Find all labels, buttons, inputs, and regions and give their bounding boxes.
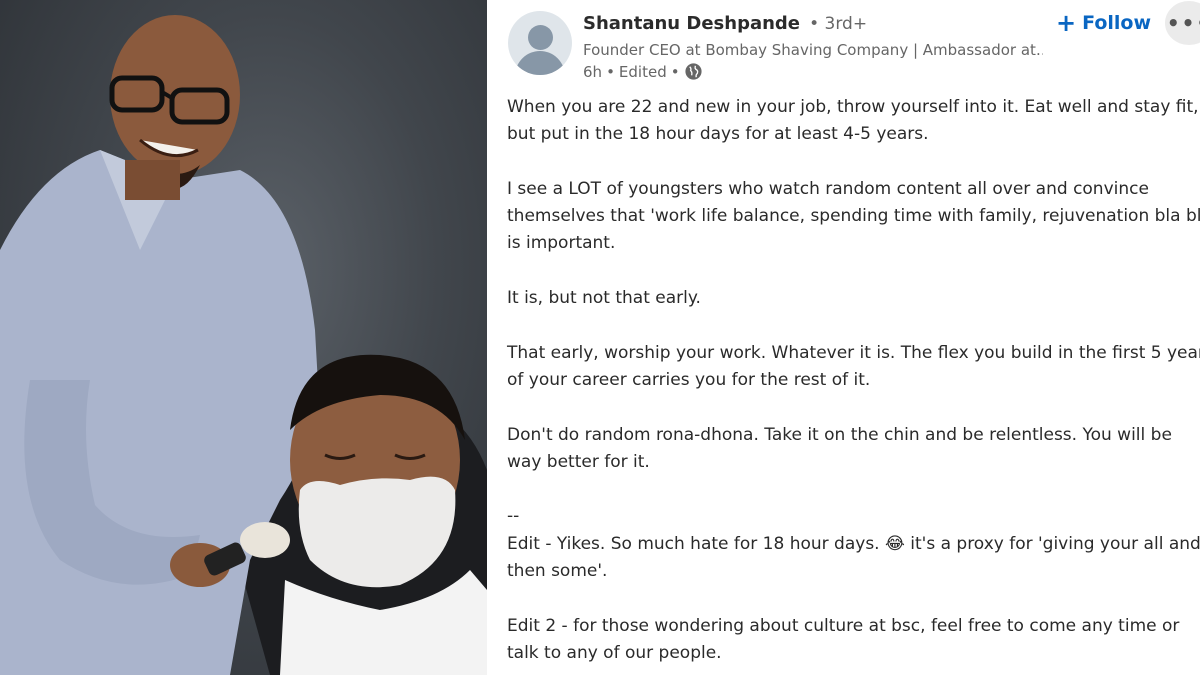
post-photo xyxy=(0,0,487,675)
meta-separator: • xyxy=(670,62,680,81)
post-paragraph: I see a LOT of youngsters who watch rand… xyxy=(507,176,1200,258)
edited-label: Edited xyxy=(618,62,667,81)
more-options-button[interactable]: ••• xyxy=(1165,1,1200,45)
post-paragraph: It is, but not that early. xyxy=(507,285,1200,312)
post-text-line: talk to any of our people. xyxy=(507,642,722,663)
meta-separator: • xyxy=(606,62,615,81)
post-text-line: When you are 22 and new in your job, thr… xyxy=(507,97,1199,117)
post-text-line: is important. xyxy=(507,233,616,254)
post-text-line: Edit 2 - for those wondering about cultu… xyxy=(507,615,1180,636)
author-headline: Founder CEO at Bombay Shaving Company | … xyxy=(583,41,1043,59)
follow-button[interactable]: + Follow xyxy=(1056,9,1151,37)
post-text-line: That early, worship your work. Whatever … xyxy=(507,342,1200,363)
post-text-line: then some'. xyxy=(507,561,608,582)
follow-label: Follow xyxy=(1082,12,1152,34)
author-avatar[interactable] xyxy=(508,11,572,75)
post-text-line: themselves that 'work life balance, spen… xyxy=(507,206,1200,227)
post-paragraph: That early, worship your work. Whatever … xyxy=(507,340,1200,395)
author-name[interactable]: Shantanu Deshpande xyxy=(583,13,800,34)
post-text-line: Edit - Yikes. So much hate for 18 hour d… xyxy=(507,533,1200,554)
photo-illustration xyxy=(0,15,487,675)
post-card: Shantanu Deshpande • 3rd+ Founder CEO at… xyxy=(490,0,1200,675)
author-name-row: Shantanu Deshpande • 3rd+ xyxy=(583,13,867,34)
post-text-line: I see a LOT of youngsters who watch rand… xyxy=(507,178,1149,199)
post-paragraph: When you are 22 and new in your job, thr… xyxy=(507,94,1200,149)
post-text-line: but put in the 18 hour days for at least… xyxy=(507,124,929,145)
post-text-line: way better for it. xyxy=(507,451,650,472)
ellipsis-icon: ••• xyxy=(1166,11,1200,35)
post-time: 6h xyxy=(583,62,603,81)
avatar-placeholder-body xyxy=(515,51,565,75)
post-body: When you are 22 and new in your job, thr… xyxy=(507,94,1200,695)
post-paragraph: Don't do random rona-dhona. Take it on t… xyxy=(507,422,1200,477)
avatar-placeholder-head xyxy=(528,25,553,50)
post-text-line: of your career carries you for the rest … xyxy=(507,369,871,390)
connection-degree: • 3rd+ xyxy=(809,14,868,34)
globe-icon xyxy=(685,63,702,80)
post-paragraph: Edit 2 - for those wondering about cultu… xyxy=(507,613,1200,668)
post-text-line: -- xyxy=(507,506,520,527)
post-meta: 6h • Edited • xyxy=(583,62,703,81)
post-text-line: Don't do random rona-dhona. Take it on t… xyxy=(507,424,1172,445)
post-text-line: It is, but not that early. xyxy=(507,288,701,309)
post-paragraph: -- Edit - Yikes. So much hate for 18 hour… xyxy=(507,503,1200,585)
plus-icon: + xyxy=(1056,9,1077,37)
